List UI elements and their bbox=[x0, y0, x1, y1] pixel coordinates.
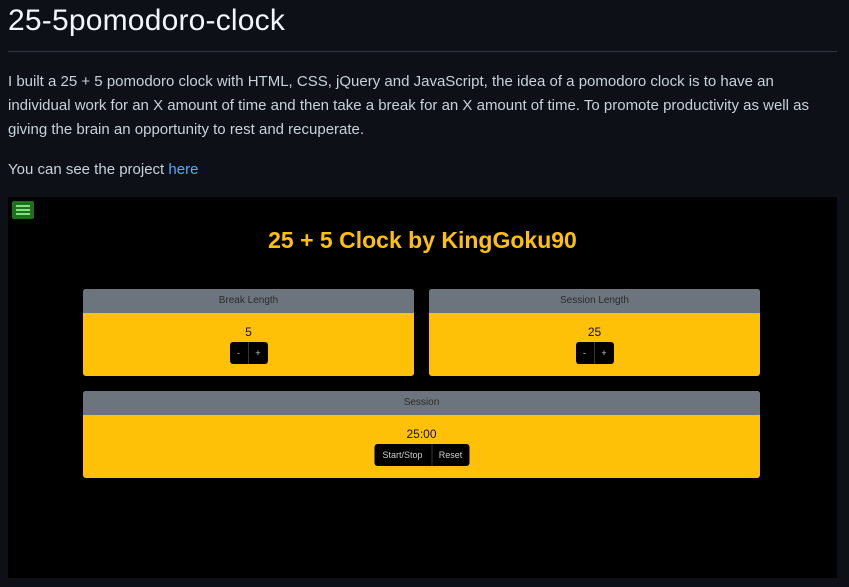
page-title: 25-5pomodoro-clock bbox=[8, 4, 286, 37]
start-stop-button[interactable]: Start/Stop bbox=[374, 444, 431, 466]
break-decrement-button[interactable]: - bbox=[229, 342, 248, 364]
session-timer-label: Session bbox=[83, 391, 760, 415]
break-length-card: Break Length 5 - + bbox=[83, 289, 414, 376]
session-length-value: 25 bbox=[587, 325, 602, 339]
session-length-label: Session Length bbox=[429, 289, 760, 313]
see-project-line: You can see the project here bbox=[8, 158, 198, 182]
project-description: I built a 25 + 5 pomodoro clock with HTM… bbox=[8, 73, 809, 138]
break-length-controls: - + bbox=[229, 342, 268, 364]
break-length-label: Break Length bbox=[83, 289, 414, 313]
session-timer-value: 25:00 bbox=[406, 427, 437, 441]
session-increment-button[interactable]: + bbox=[593, 342, 614, 364]
see-project-prefix: You can see the project bbox=[8, 161, 169, 178]
page: 25-5pomodoro-clock I built a 25 + 5 pomo… bbox=[0, 0, 849, 587]
clock-title: 25 + 5 Clock by KingGoku90 bbox=[268, 227, 577, 253]
break-length-value: 5 bbox=[245, 325, 252, 339]
session-decrement-button[interactable]: - bbox=[575, 342, 594, 364]
break-increment-button[interactable]: + bbox=[247, 342, 268, 364]
session-length-card: Session Length 25 - + bbox=[429, 289, 760, 376]
embedded-project-frame: 25 + 5 Clock by KingGoku90 Break Length … bbox=[8, 197, 837, 578]
reset-button[interactable]: Reset bbox=[431, 444, 469, 466]
session-length-controls: - + bbox=[575, 342, 614, 364]
session-timer-card: Session 25:00 Start/Stop Reset bbox=[83, 391, 760, 478]
timer-controls: Start/Stop Reset bbox=[374, 444, 469, 466]
project-link[interactable]: here bbox=[168, 161, 198, 178]
title-divider bbox=[8, 51, 837, 52]
hamburger-menu-icon[interactable] bbox=[12, 201, 34, 219]
